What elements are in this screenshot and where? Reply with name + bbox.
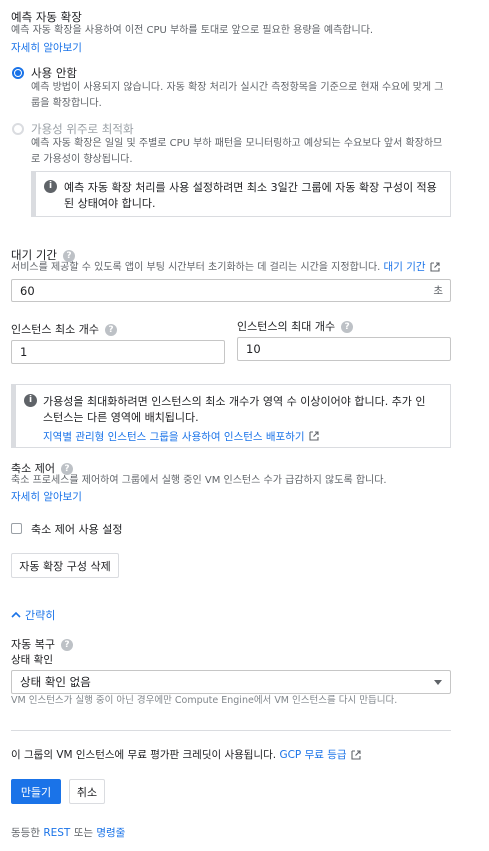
min-instances-label-row: 인스턴스 최소 개수?	[11, 321, 117, 337]
external-link-icon	[308, 430, 319, 441]
create-button[interactable]: 만들기	[11, 779, 61, 804]
dropdown-arrow-icon	[434, 680, 442, 685]
radio-predictive-off-label: 사용 안함	[31, 66, 77, 80]
scale-in-description: 축소 프로세스를 제어하여 그룹에서 실행 중인 VM 인스턴스 수가 급감하지…	[11, 475, 387, 486]
equivalent-or: 또는	[73, 827, 94, 839]
help-icon[interactable]: ?	[341, 321, 354, 333]
scale-in-checkbox[interactable]	[11, 523, 22, 534]
equivalent-prefix: 동등한	[11, 827, 40, 839]
max-instances-value: 10	[246, 342, 261, 356]
info-box-accent-bar	[32, 172, 36, 216]
min-instances-label: 인스턴스 최소 개수	[11, 323, 99, 336]
info-icon: i	[24, 394, 37, 407]
show-less-label: 간략히	[25, 609, 56, 622]
radio-predictive-availability-desc-1: 예측 자동 확장은 일일 및 주별로 CPU 부하 패턴을 모니터링하고 예상되…	[31, 138, 443, 149]
external-link-icon	[429, 262, 440, 272]
instances-info-box: i 가용성을 최대화하려면 인스턴스의 최소 개수가 영역 수 이상이어야 합니…	[11, 384, 451, 448]
cooldown-doc-link[interactable]: 대기 기간	[384, 261, 426, 273]
max-instances-label: 인스턴스의 최대 개수	[237, 320, 336, 333]
instances-info-line-2: 스턴스는 다른 영역에 배치됩니다.	[43, 411, 199, 424]
rest-link[interactable]: REST	[43, 827, 70, 839]
cooldown-description: 서비스를 제공할 수 있도록 앱이 부팅 시간부터 초기화하는 데 걸리는 시간…	[11, 262, 381, 273]
radio-predictive-availability[interactable]	[12, 123, 24, 135]
min-instances-value: 1	[20, 345, 28, 359]
scale-in-checkbox-label: 축소 제어 사용 설정	[31, 523, 123, 536]
info-box-accent-bar	[12, 385, 16, 447]
radio-predictive-availability-desc-2: 로 가용성이 향상됩니다.	[31, 154, 133, 165]
predictive-info-line-1: 예측 자동 확장 처리를 사용 설정하려면 최소 3일간 그룹에 자동 확장 구…	[64, 181, 437, 194]
radio-predictive-off-desc-1: 예측 방법이 사용되지 않습니다. 자동 확장 처리가 실시간 측정항목을 기준…	[31, 82, 444, 93]
autoheal-title-row: 자동 복구?	[11, 636, 73, 652]
credit-row: 이 그룹의 VM 인스턴스에 무료 평가판 크레딧이 사용됩니다. GCP 무료…	[11, 747, 361, 762]
health-check-select-value: 상태 확인 없음	[20, 675, 91, 689]
cooldown-unit: 초	[433, 285, 443, 297]
radio-predictive-availability-label: 가용성 위주로 최적화	[31, 122, 134, 136]
equivalent-row: 동등한 REST 또는 명령줄	[11, 825, 125, 840]
instances-info-link-row: 지역별 관리형 인스턴스 그룹을 사용하여 인스턴스 배포하기	[43, 425, 319, 444]
regional-mig-link[interactable]: 지역별 관리형 인스턴스 그룹을 사용하여 인스턴스 배포하기	[43, 431, 305, 443]
instances-info-line-1: 가용성을 최대화하려면 인스턴스의 최소 개수가 영역 수 이상이어야 합니다.…	[43, 395, 426, 408]
health-check-label: 상태 확인	[11, 654, 53, 666]
cooldown-input[interactable]: 60 초	[11, 279, 451, 302]
help-icon[interactable]: ?	[104, 324, 117, 336]
help-icon[interactable]: ?	[60, 639, 73, 651]
min-instances-input[interactable]: 1	[11, 340, 225, 364]
scale-in-learn-more-link[interactable]: 자세히 알아보기	[11, 489, 82, 504]
radio-predictive-off-desc-2: 룹을 확장합니다.	[31, 98, 102, 109]
radio-predictive-off[interactable]	[12, 67, 24, 79]
free-tier-link[interactable]: GCP 무료 등급	[279, 749, 346, 761]
autoheal-hint: VM 인스턴스가 실행 중이 아닌 경우에만 Compute Engine에서 …	[11, 695, 398, 706]
external-link-icon	[351, 750, 361, 760]
max-instances-input[interactable]: 10	[237, 337, 451, 361]
show-less-toggle[interactable]: 간략히	[11, 607, 55, 623]
cancel-button[interactable]: 취소	[69, 779, 105, 804]
predictive-description: 예측 자동 확장을 사용하여 이전 CPU 부하를 토대로 앞으로 필요한 용량…	[11, 25, 374, 36]
credit-text: 이 그룹의 VM 인스턴스에 무료 평가판 크레딧이 사용됩니다.	[11, 749, 277, 761]
chevron-up-icon	[11, 611, 21, 618]
info-icon: i	[44, 180, 57, 193]
command-line-link[interactable]: 명령줄	[96, 827, 125, 839]
predictive-info-box: i 예측 자동 확장 처리를 사용 설정하려면 최소 3일간 그룹에 자동 확장…	[31, 171, 451, 217]
divider	[11, 730, 451, 731]
delete-autoscaling-button[interactable]: 자동 확장 구성 삭제	[11, 553, 119, 578]
autoheal-title: 자동 복구	[11, 638, 55, 651]
max-instances-label-row: 인스턴스의 최대 개수?	[237, 318, 354, 334]
cooldown-input-value: 60	[20, 283, 35, 298]
predictive-learn-more-link[interactable]: 자세히 알아보기	[11, 40, 82, 55]
predictive-info-line-2: 된 상태여야 합니다.	[64, 197, 156, 210]
cooldown-description-row: 서비스를 제공할 수 있도록 앱이 부팅 시간부터 초기화하는 데 걸리는 시간…	[11, 259, 440, 276]
health-check-select[interactable]: 상태 확인 없음	[11, 670, 451, 694]
